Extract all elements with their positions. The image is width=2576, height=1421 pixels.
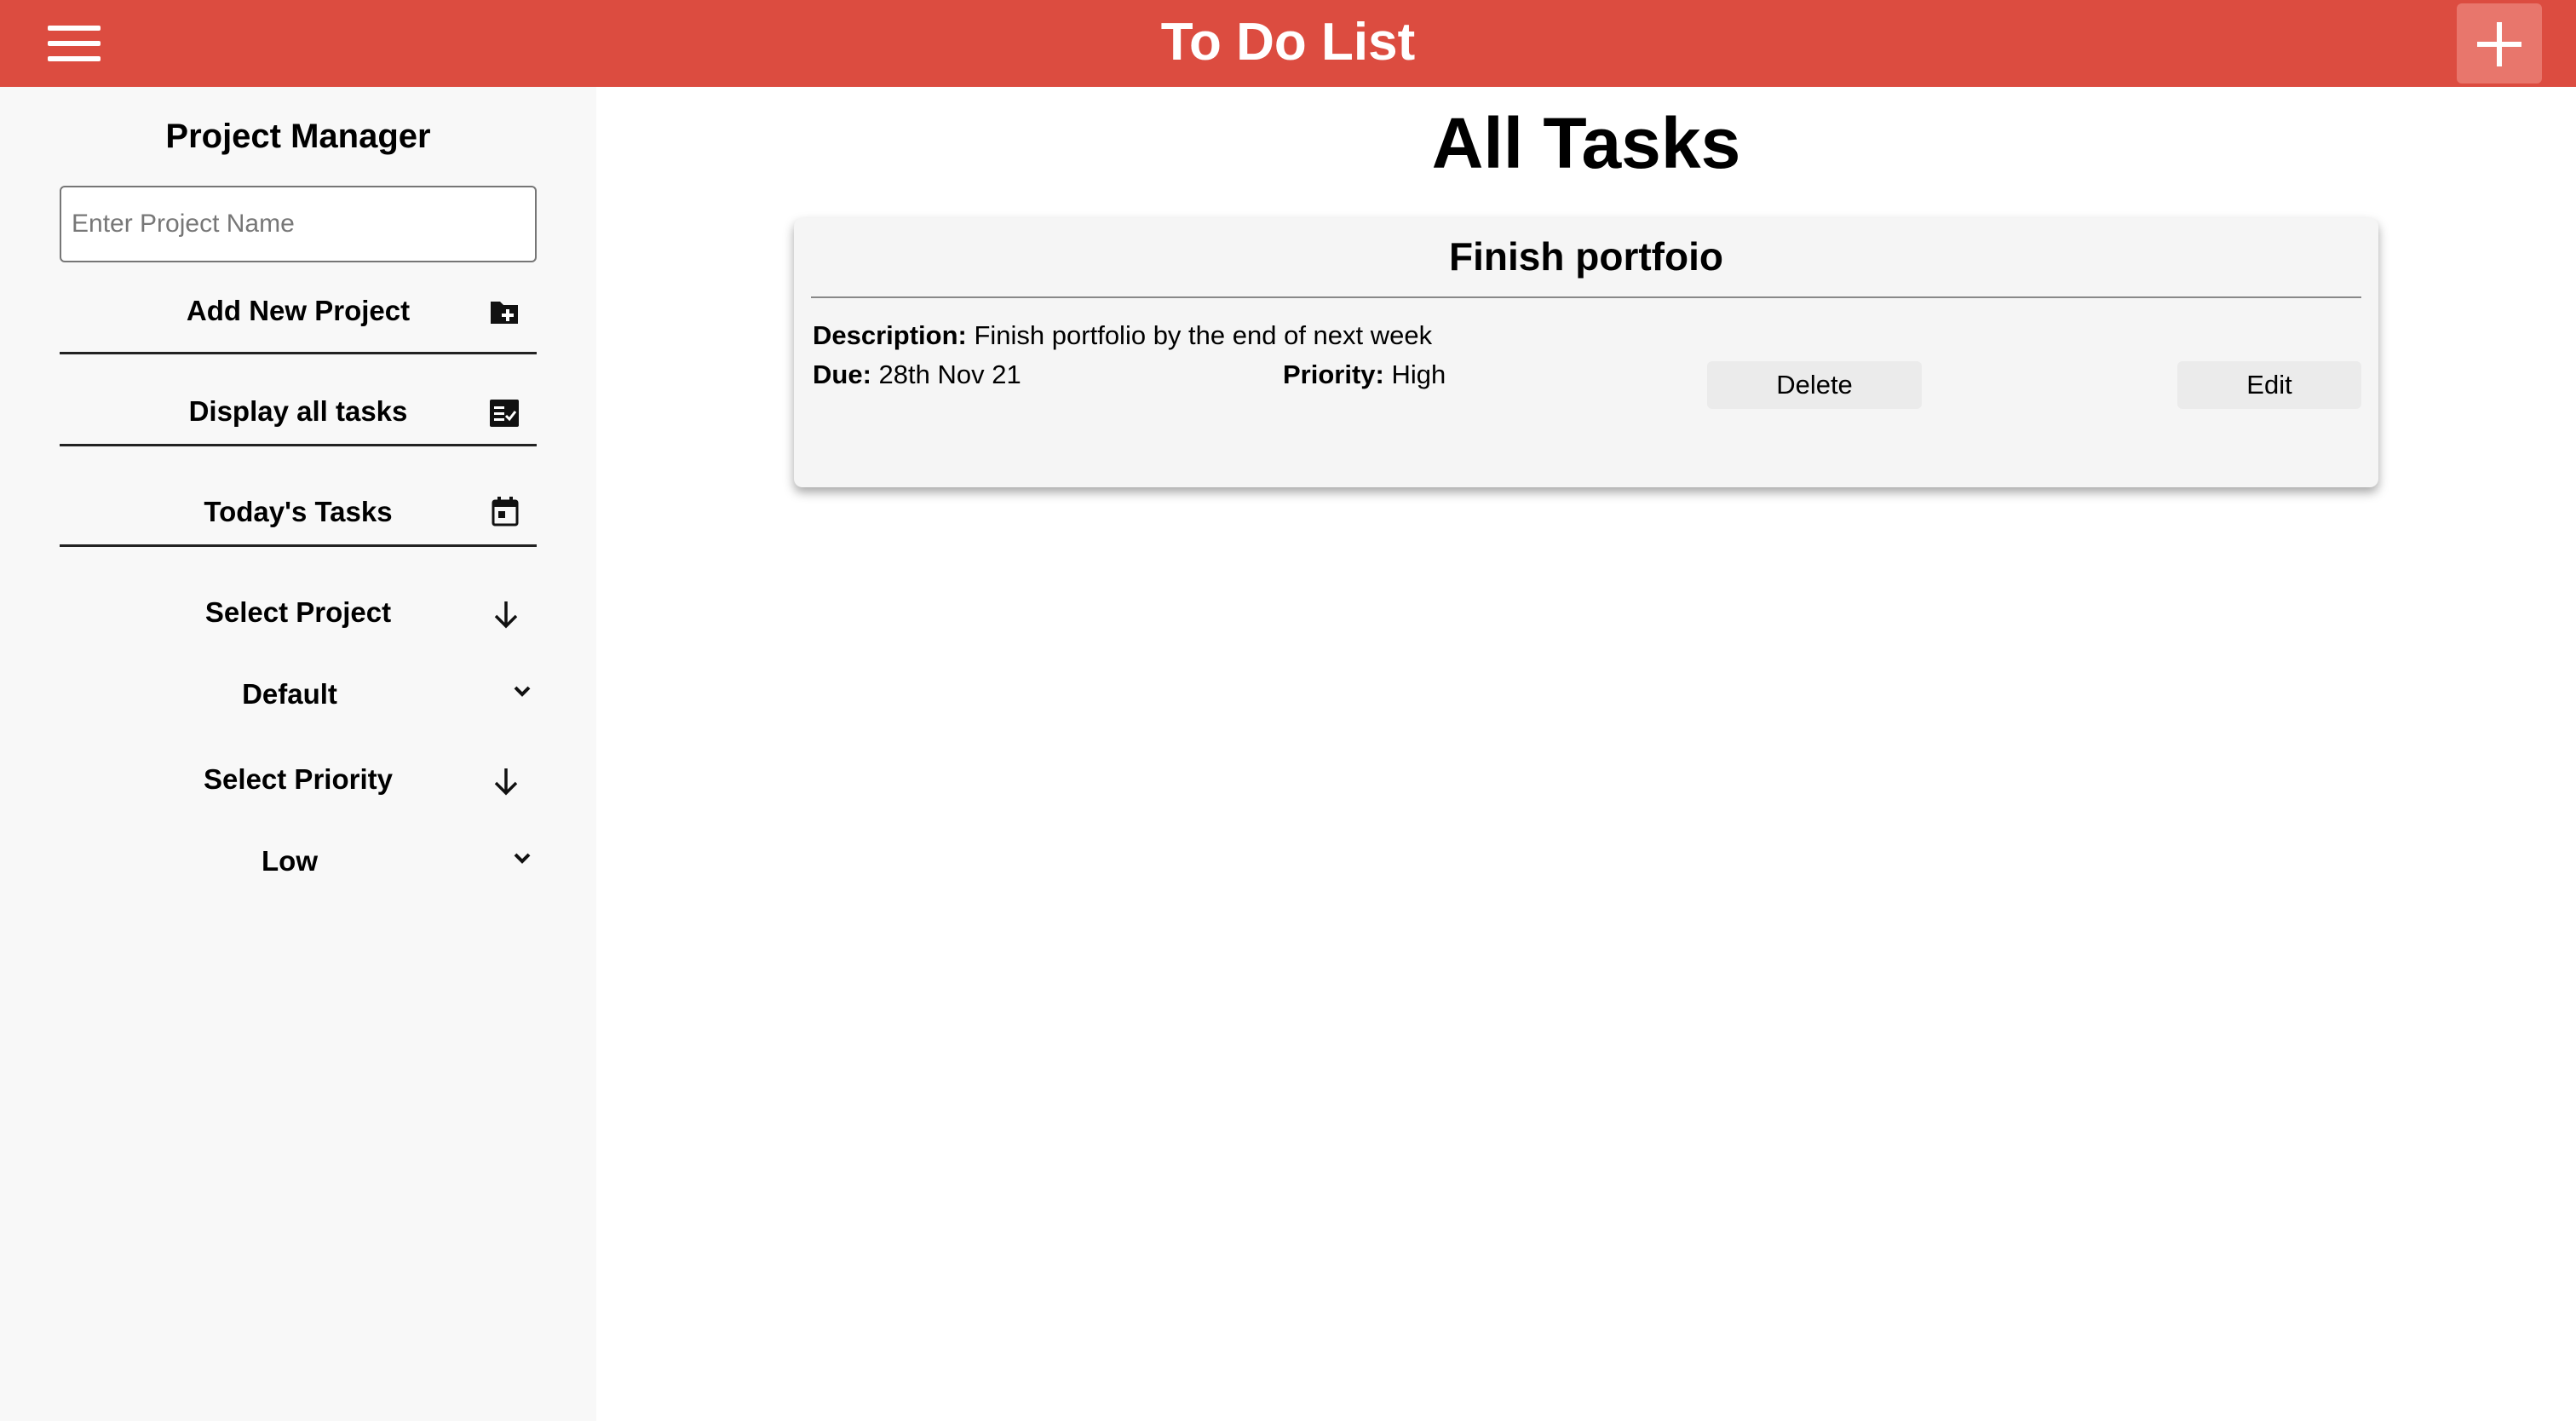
sidebar-title: Project Manager [165, 118, 431, 155]
arrow-down-icon [494, 768, 518, 796]
priority-select[interactable]: Low [60, 833, 537, 893]
project-name-input[interactable] [60, 186, 537, 262]
top-bar: To Do List [0, 0, 2576, 87]
priority-label: Priority: [1283, 360, 1384, 389]
display-all-tasks-button[interactable]: Display all tasks [60, 361, 537, 446]
add-project-button[interactable]: Add New Project [60, 269, 537, 354]
calendar-icon [492, 497, 519, 526]
delete-button[interactable]: Delete [1707, 361, 1922, 409]
page-title: All Tasks [1431, 103, 1741, 183]
todays-tasks-button[interactable]: Today's Tasks [60, 462, 537, 547]
description-label: Description: [813, 320, 967, 350]
task-title: Finish portfoio [1449, 234, 1723, 279]
project-select-value: Default [242, 678, 337, 710]
due-label: Due: [813, 360, 871, 389]
select-project-label: Select Project [204, 596, 392, 628]
display-all-label: Display all tasks [188, 395, 408, 427]
add-task-button[interactable] [2457, 3, 2542, 83]
edit-button[interactable]: Edit [2177, 361, 2361, 409]
project-select[interactable]: Default [60, 666, 537, 726]
task-due: Due: 28th Nov 21 [813, 360, 1021, 390]
description-value: Finish portfolio by the end of next week [974, 320, 1433, 350]
chevron-down-icon [514, 853, 531, 864]
task-priority: Priority: High [1283, 360, 1446, 390]
select-priority-label: Select Priority [204, 763, 393, 795]
add-project-label: Add New Project [186, 295, 411, 326]
select-project-header: Select Project [60, 566, 537, 634]
task-list-icon [490, 400, 519, 427]
task-description: Description: Finish portfolio by the end… [813, 320, 1432, 351]
due-value: 28th Nov 21 [878, 360, 1021, 389]
divider [811, 296, 2361, 298]
priority-value: High [1391, 360, 1446, 389]
select-priority-header: Select Priority [60, 733, 537, 801]
chevron-down-icon [514, 686, 531, 697]
folder-add-icon [491, 302, 518, 324]
task-card: Finish portfoio Description: Finish port… [794, 218, 2378, 487]
todays-tasks-label: Today's Tasks [204, 496, 393, 527]
arrow-down-icon [494, 601, 518, 629]
priority-select-value: Low [262, 845, 318, 877]
app-title: To Do List [1160, 13, 1416, 72]
plus-icon [2477, 22, 2521, 66]
